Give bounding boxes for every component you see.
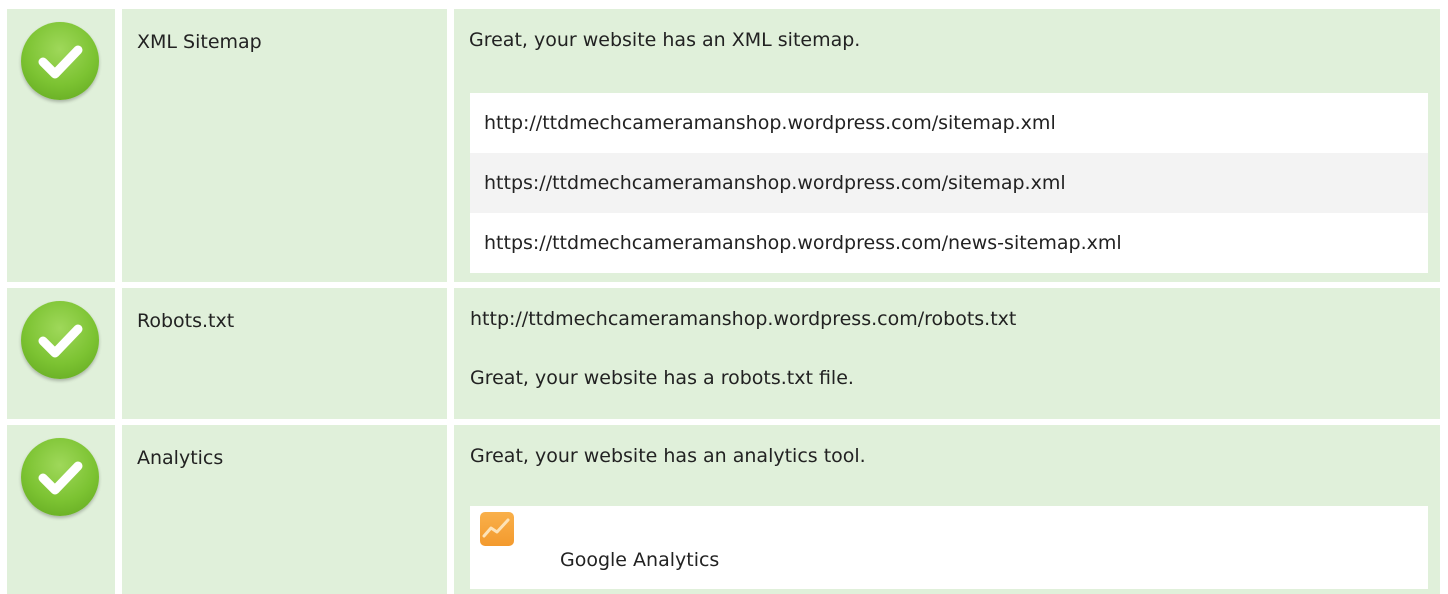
status-message: Great, your website has an analytics too… xyxy=(470,445,866,467)
check-content: Great, your website has an analytics too… xyxy=(454,425,1440,594)
check-label: Robots.txt xyxy=(122,288,447,419)
row-analytics: Analytics Great, your website has an ana… xyxy=(7,425,1440,594)
google-analytics-icon xyxy=(480,512,514,546)
sitemap-url[interactable]: https://ttdmechcameramanshop.wordpress.c… xyxy=(470,213,1428,273)
check-label: Analytics xyxy=(122,425,447,594)
robots-url[interactable]: http://ttdmechcameramanshop.wordpress.co… xyxy=(470,310,1016,329)
status-message: Great, your website has an XML sitemap. xyxy=(469,29,861,51)
check-circle-icon xyxy=(21,22,99,100)
check-circle-icon xyxy=(21,438,99,516)
status-cell xyxy=(7,288,115,419)
analytics-tool-name: Google Analytics xyxy=(560,549,720,571)
status-message: Great, your website has a robots.txt fil… xyxy=(470,367,854,389)
row-xml-sitemap: XML Sitemap Great, your website has an X… xyxy=(7,9,1440,282)
status-cell xyxy=(7,425,115,594)
status-cell xyxy=(7,9,115,282)
row-robots-txt: Robots.txt http://ttdmechcameramanshop.w… xyxy=(7,288,1440,419)
check-label: XML Sitemap xyxy=(122,9,447,282)
check-circle-icon xyxy=(21,301,99,379)
check-content: http://ttdmechcameramanshop.wordpress.co… xyxy=(454,288,1440,419)
sitemap-url[interactable]: https://ttdmechcameramanshop.wordpress.c… xyxy=(470,153,1428,213)
sitemap-list: http://ttdmechcameramanshop.wordpress.co… xyxy=(470,93,1428,273)
sitemap-url[interactable]: http://ttdmechcameramanshop.wordpress.co… xyxy=(470,93,1428,153)
check-content: Great, your website has an XML sitemap. … xyxy=(454,9,1440,282)
analytics-tool-item: Google Analytics xyxy=(470,506,1428,589)
